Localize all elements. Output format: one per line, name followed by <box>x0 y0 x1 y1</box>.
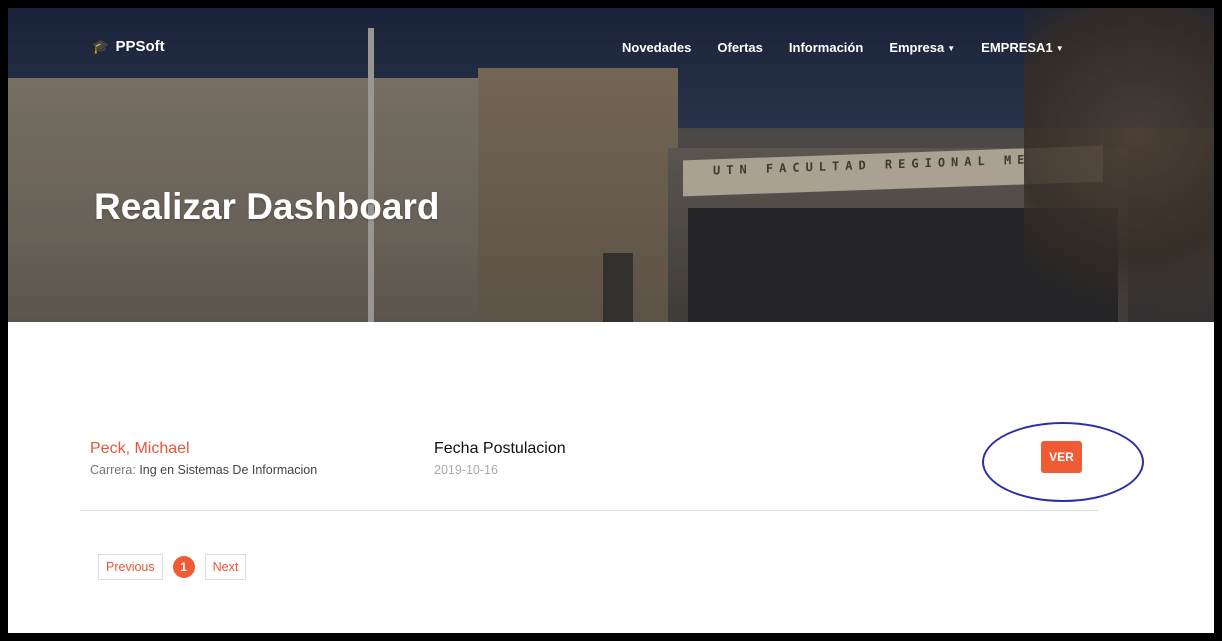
graduation-cap-icon: 🎓 <box>92 38 110 54</box>
caret-down-icon: ▼ <box>947 44 956 54</box>
ver-button[interactable]: VER <box>1041 441 1082 473</box>
postulation-row: Peck, Michael Carrera: Ing en Sistemas D… <box>80 422 1144 511</box>
hero-banner: UTN FACULTAD REGIONAL ME 🎓 PPSoft Noveda… <box>8 8 1214 322</box>
career-label: Carrera: <box>90 463 136 477</box>
caret-down-icon: ▼ <box>1055 44 1064 54</box>
student-name-link[interactable]: Peck, Michael <box>90 440 190 458</box>
brand-logo[interactable]: 🎓 PPSoft <box>92 38 165 55</box>
nav-novedades[interactable]: Novedades <box>622 40 691 55</box>
date-value: 2019-10-16 <box>434 463 498 477</box>
current-page-indicator[interactable]: 1 <box>172 556 195 578</box>
career-value: Ing en Sistemas De Informacion <box>139 463 318 477</box>
nav-informacion[interactable]: Información <box>789 40 863 55</box>
pagination: Previous 1 Next <box>98 554 247 580</box>
date-label: Fecha Postulacion <box>434 440 566 457</box>
career-info: Carrera: Ing en Sistemas De Informacion <box>90 463 317 477</box>
nav-empresa-dropdown[interactable]: Empresa ▼ <box>889 40 955 55</box>
nav-user-dropdown[interactable]: EMPRESA1 ▼ <box>981 40 1063 55</box>
top-nav: Novedades Ofertas Información Empresa ▼ E… <box>622 40 1090 55</box>
browser-frame: UTN FACULTAD REGIONAL ME 🎓 PPSoft Noveda… <box>0 0 1222 641</box>
previous-page-button[interactable]: Previous <box>98 554 163 580</box>
page-title: Realizar Dashboard <box>94 186 440 227</box>
nav-ofertas[interactable]: Ofertas <box>717 40 763 55</box>
next-page-button[interactable]: Next <box>204 554 247 580</box>
brand-name: PPSoft <box>115 38 165 55</box>
